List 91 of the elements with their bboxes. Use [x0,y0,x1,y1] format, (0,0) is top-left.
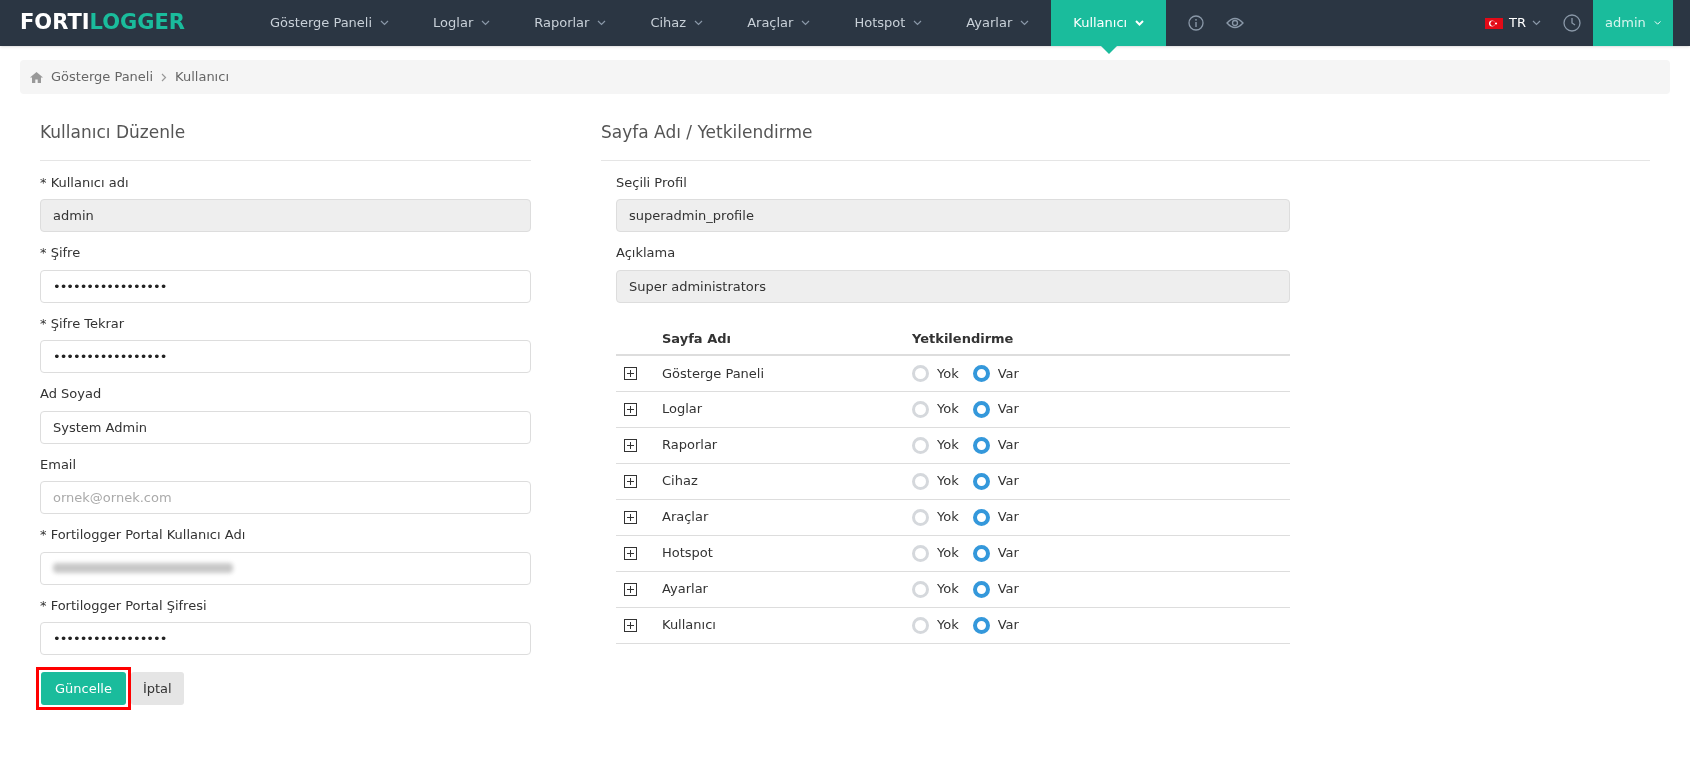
section-title: Kullanıcı Düzenle [40,121,187,144]
language-dropdown[interactable]: TR [1475,0,1551,46]
radio-button[interactable] [972,364,990,382]
chevron-down-icon [913,20,923,26]
table-cell: Hotspot [662,535,912,571]
text-field[interactable]: System Admin [40,410,531,444]
radio-option[interactable]: Yok [912,363,959,383]
radio-option[interactable]: Var [972,615,1019,635]
nav-menu-item[interactable]: Loglar [411,0,513,46]
text-field[interactable]: superadmin_profile [616,199,1290,232]
expand-icon[interactable] [624,474,637,488]
expand-icon[interactable] [624,438,637,452]
nav-menu-item[interactable]: Gösterge Paneli [248,0,412,46]
radio-option[interactable]: Yok [912,615,959,635]
radio-button[interactable] [972,436,990,454]
chevron-down-icon [1653,20,1661,26]
radio-option[interactable]: Yok [912,579,959,599]
field-label: Açıklama [616,244,677,262]
chevron-right-icon [161,72,168,82]
chevron-down-icon [694,20,704,26]
table-cell: Ayarlar [662,571,912,607]
password-field[interactable]: ••••••••••••••••• [40,340,531,373]
email-field[interactable]: ornek@ornek.com [40,481,531,514]
nav-menu-item[interactable]: Cihaz [628,0,726,46]
radio-option[interactable]: Var [972,543,1019,563]
table-cell: Gösterge Paneli [662,355,912,391]
radio-button[interactable] [972,472,990,490]
radio-button[interactable] [972,508,990,526]
radio-option[interactable]: Var [972,579,1019,599]
expand-icon[interactable] [624,402,637,416]
eye-icon[interactable] [1226,17,1245,29]
text-field[interactable]: admin [40,199,531,232]
chevron-down-icon [481,20,491,26]
chevron-down-icon [801,20,811,26]
nav-menu-item[interactable]: Ayarlar [944,0,1052,46]
field-label: Seçili Profil [616,173,688,192]
radio-option[interactable]: Yok [912,507,959,527]
radio-option[interactable]: Yok [912,399,959,419]
active-pointer [1100,46,1117,54]
flag-icon [1485,17,1503,29]
radio-option[interactable]: Yok [912,543,959,563]
expand-icon[interactable] [624,582,637,596]
home-icon [30,71,43,83]
radio-button[interactable] [972,400,990,418]
nav-menu-item[interactable]: Hotspot [832,0,945,46]
field-label: Email [40,455,78,474]
section-title: Sayfa Adı / Yetkilendirme [601,121,814,144]
breadcrumb-link[interactable]: Gösterge Paneli [51,67,154,87]
radio-button[interactable] [972,580,990,598]
field-label: * Şifre Tekrar [40,314,126,333]
clock-icon[interactable] [1563,14,1581,32]
radio-button[interactable] [972,544,990,562]
breadcrumb-current: Kullanıcı [175,68,229,87]
expand-icon[interactable] [624,366,637,380]
expand-icon[interactable] [624,546,637,560]
expand-icon[interactable] [624,510,637,524]
text-field[interactable] [40,551,531,585]
field-label: * Fortilogger Portal Şifresi [40,596,208,615]
radio-option[interactable]: Var [972,507,1019,527]
field-label: * Şifre [40,244,82,262]
logo[interactable]: FORTILOGGER [0,0,248,46]
radio-option[interactable]: Var [972,363,1019,383]
nav-menu-item[interactable]: Raporlar [512,0,629,46]
chevron-down-icon [1135,20,1145,26]
password-field[interactable]: ••••••••••••••••• [40,269,531,303]
radio-option[interactable]: Var [972,435,1019,455]
radio-option[interactable]: Var [972,471,1019,491]
field-label: * Kullanıcı adı [40,173,130,192]
info-icon[interactable] [1188,15,1205,31]
radio-option[interactable]: Yok [912,471,959,491]
chevron-down-icon [597,20,607,26]
chevron-down-icon [380,20,390,26]
radio-button[interactable] [972,616,990,634]
chevron-down-icon [1532,20,1541,26]
table-cell: Loglar [662,391,912,427]
password-field[interactable]: ••••••••••••••••• [40,622,531,655]
expand-icon[interactable] [624,618,637,632]
table-cell: Araçlar [662,499,912,535]
table-cell: Kullanıcı [662,607,912,643]
radio-option[interactable]: Var [972,399,1019,419]
radio-option[interactable]: Yok [912,435,959,455]
chevron-down-icon [1020,20,1030,26]
field-label: Ad Soyad [40,385,103,403]
table-cell: Raporlar [662,427,912,463]
field-label: * Fortilogger Portal Kullanıcı Adı [40,526,247,544]
column-header: Yetkilendirme [912,322,1290,355]
table-cell: Cihaz [662,463,912,499]
nav-menu-item[interactable]: Araçlar [725,0,833,46]
cancel-button[interactable]: İptal [130,672,184,705]
column-header: Sayfa Adı [662,322,912,355]
text-field[interactable]: Super administrators [616,269,1290,303]
